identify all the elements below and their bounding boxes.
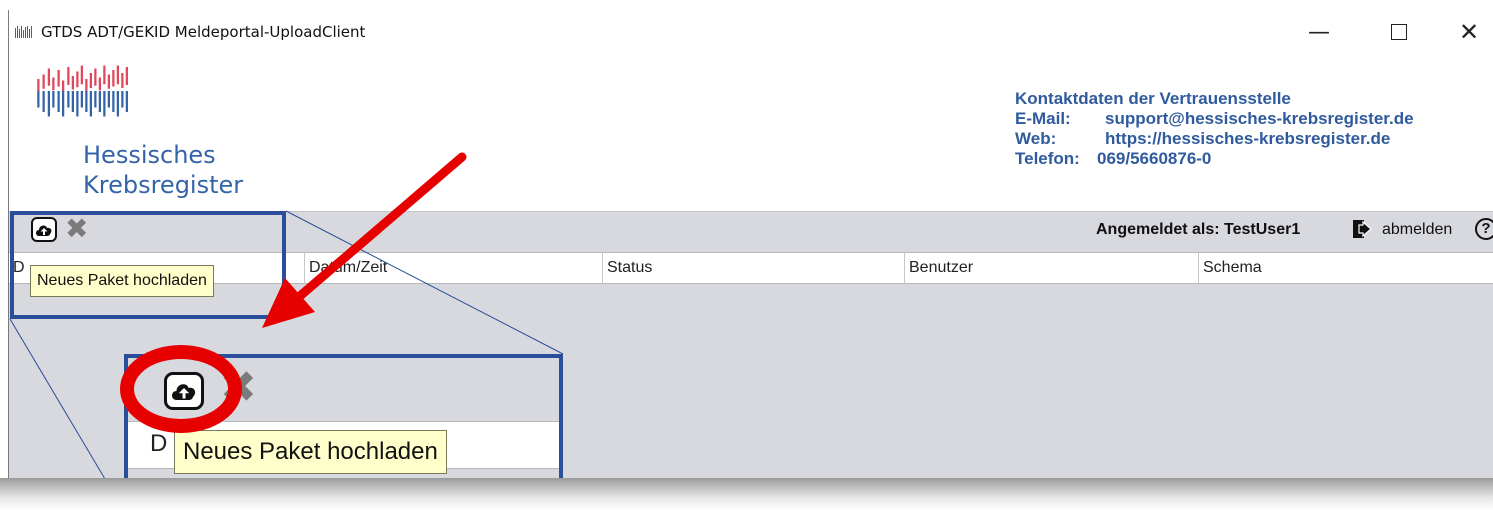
logo-bar-blue bbox=[107, 91, 110, 108]
window-title: GTDS ADT/GEKID Meldeportal-UploadClient bbox=[41, 23, 366, 41]
logo-text-line2: Krebsregister bbox=[83, 171, 244, 199]
krebsregister-logo-icon bbox=[37, 65, 128, 117]
logo-text-line1: Hessisches bbox=[83, 141, 216, 169]
logout-button[interactable]: abmelden bbox=[1382, 221, 1452, 239]
logo-bar-blue bbox=[71, 91, 74, 112]
logo-bar-red bbox=[62, 80, 65, 92]
phone-value: 069/5660876-0 bbox=[1097, 149, 1212, 168]
zoom-tooltip: Neues Paket hochladen bbox=[174, 430, 447, 474]
minimize-button[interactable]: — bbox=[1289, 10, 1349, 54]
web-label: Web: bbox=[1015, 129, 1057, 148]
logo-bar-red bbox=[42, 74, 45, 89]
column-header-benutzer[interactable]: Benutzer bbox=[905, 253, 1199, 283]
web-link[interactable]: https://hessisches-krebsregister.de bbox=[1105, 129, 1390, 149]
logo-bar-red bbox=[116, 65, 119, 85]
logo-bar-red bbox=[85, 79, 88, 91]
logo-bar-red bbox=[80, 65, 83, 85]
title-bar[interactable]: GTDS ADT/GEKID Meldeportal-UploadClient … bbox=[9, 10, 1493, 54]
email-label: E-Mail: bbox=[1015, 109, 1071, 128]
logo-bar-red bbox=[89, 73, 92, 88]
logo-bar-red bbox=[57, 70, 60, 87]
zoom-column-d: D bbox=[150, 430, 168, 457]
logo-bar-red bbox=[47, 68, 50, 86]
logo-bar-blue bbox=[98, 91, 101, 112]
highlight-box bbox=[10, 211, 286, 319]
help-icon[interactable]: ? bbox=[1475, 218, 1493, 240]
logo-bar-blue bbox=[47, 91, 50, 117]
logo-bar-red bbox=[103, 65, 106, 85]
logo-bar-blue bbox=[116, 91, 119, 117]
logo-bar-red bbox=[71, 76, 74, 90]
logo-bar-blue bbox=[85, 91, 88, 112]
logo-bar-red bbox=[37, 79, 40, 91]
red-circle-annotation bbox=[120, 345, 242, 433]
logo-bar-blue bbox=[37, 91, 40, 108]
email-link[interactable]: support@hessisches-krebsregister.de bbox=[1105, 109, 1414, 129]
logo-bar-blue bbox=[125, 91, 128, 112]
contact-heading: Kontaktdaten der Vertrauensstelle bbox=[1015, 89, 1291, 108]
contact-info: Kontaktdaten der Vertrauensstelle E-Mail… bbox=[1015, 89, 1414, 169]
logo-bar-blue bbox=[94, 91, 97, 108]
column-header-status[interactable]: Status bbox=[603, 253, 905, 283]
logo-bar-red bbox=[112, 70, 115, 87]
logout-icon[interactable] bbox=[1351, 218, 1373, 240]
logged-in-user: Angemeldet als: TestUser1 bbox=[1096, 221, 1301, 238]
logo-bar-blue bbox=[42, 91, 45, 112]
logo-bar-blue bbox=[103, 91, 106, 117]
logo-bar-blue bbox=[112, 91, 115, 112]
logo-bar-red bbox=[67, 67, 70, 85]
logo-bar-red bbox=[107, 74, 110, 89]
column-header-schema[interactable]: Schema bbox=[1199, 253, 1493, 283]
logo-bar-blue bbox=[89, 91, 92, 117]
logo-bar-red bbox=[125, 67, 128, 85]
logo-bar-blue bbox=[62, 91, 65, 117]
maximize-button[interactable] bbox=[1369, 10, 1429, 54]
logo-bar-red bbox=[121, 73, 124, 88]
close-button[interactable]: ✕ bbox=[1439, 10, 1493, 54]
maximize-icon bbox=[1391, 24, 1407, 40]
phone-label: Telefon: bbox=[1015, 149, 1080, 168]
logo-bar-blue bbox=[52, 91, 55, 108]
logo-bar-blue bbox=[57, 91, 60, 112]
logo-bar-blue bbox=[80, 91, 83, 108]
logo-bar-blue bbox=[121, 91, 124, 108]
column-header-datum-zeit[interactable]: Datum/Zeit bbox=[305, 253, 603, 283]
logo-bar-red bbox=[94, 68, 97, 86]
app-icon bbox=[15, 26, 33, 38]
header-banner: Hessisches Krebsregister Kontaktdaten de… bbox=[9, 54, 1493, 211]
logo-bar-blue bbox=[67, 91, 70, 108]
logo-bar-red bbox=[76, 71, 79, 88]
bottom-shadow bbox=[0, 478, 1493, 511]
logo-bar-red bbox=[98, 77, 101, 91]
logo-bar-blue bbox=[76, 91, 79, 117]
logo-bar-red bbox=[52, 77, 55, 91]
